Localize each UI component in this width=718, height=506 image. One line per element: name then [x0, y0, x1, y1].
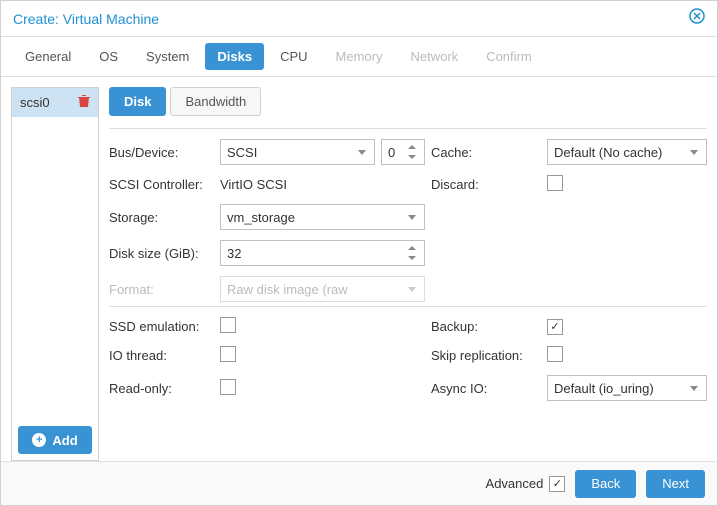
footer: Advanced ✓ Back Next: [1, 461, 717, 505]
advanced-checkbox[interactable]: ✓: [549, 476, 565, 492]
scsi-controller-value: VirtIO SCSI: [220, 177, 425, 192]
cache-select[interactable]: Default (No cache): [547, 139, 707, 165]
disk-form: Disk Bandwidth Bus/Device: SCSI 0 Cache:…: [109, 87, 707, 461]
format-label: Format:: [109, 282, 214, 297]
storage-label: Storage:: [109, 210, 214, 225]
form-grid-1: Bus/Device: SCSI 0 Cache: Default (No ca…: [109, 139, 707, 302]
ssd-emulation-checkbox[interactable]: [220, 317, 236, 333]
tab-cpu[interactable]: CPU: [268, 43, 319, 70]
sub-tab-disk[interactable]: Disk: [109, 87, 166, 116]
asyncio-select[interactable]: Default (io_uring): [547, 375, 707, 401]
tab-memory: Memory: [324, 43, 395, 70]
iothread-checkbox[interactable]: [220, 346, 236, 362]
separator-2: [109, 306, 707, 307]
skip-replication-label: Skip replication:: [431, 348, 541, 363]
bus-device-label: Bus/Device:: [109, 145, 214, 160]
separator: [109, 128, 707, 129]
close-icon[interactable]: [689, 8, 705, 29]
form-grid-2: SSD emulation: Backup: ✓ IO thread: Skip…: [109, 317, 707, 401]
iothread-label: IO thread:: [109, 348, 214, 363]
disk-size-field[interactable]: 32: [220, 240, 425, 266]
asyncio-label: Async IO:: [431, 381, 541, 396]
disk-size-label: Disk size (GiB):: [109, 246, 214, 261]
trash-icon[interactable]: [78, 94, 90, 111]
ssd-emulation-label: SSD emulation:: [109, 319, 214, 334]
tab-disks[interactable]: Disks: [205, 43, 264, 70]
scsi-controller-label: SCSI Controller:: [109, 177, 214, 192]
wizard-tabs: General OS System Disks CPU Memory Netwo…: [1, 37, 717, 77]
bus-select[interactable]: SCSI: [220, 139, 375, 165]
discard-checkbox[interactable]: [547, 175, 563, 191]
backup-checkbox[interactable]: ✓: [547, 319, 563, 335]
add-disk-button[interactable]: + Add: [18, 426, 92, 454]
create-vm-window: Create: Virtual Machine General OS Syste…: [0, 0, 718, 506]
readonly-checkbox[interactable]: [220, 379, 236, 395]
window-title: Create: Virtual Machine: [13, 11, 689, 27]
backup-label: Backup:: [431, 319, 541, 334]
device-index-field[interactable]: 0: [381, 139, 425, 165]
tab-os[interactable]: OS: [87, 43, 130, 70]
format-select: Raw disk image (raw: [220, 276, 425, 302]
tab-general[interactable]: General: [13, 43, 83, 70]
plus-icon: +: [32, 433, 46, 447]
skip-replication-checkbox[interactable]: [547, 346, 563, 362]
add-disk-label: Add: [52, 433, 77, 448]
back-button[interactable]: Back: [575, 470, 636, 498]
tab-confirm: Confirm: [474, 43, 544, 70]
body: scsi0 + Add Disk Bandwidth Bus/Device: S…: [1, 77, 717, 461]
next-button[interactable]: Next: [646, 470, 705, 498]
sub-tabs: Disk Bandwidth: [109, 87, 707, 116]
discard-label: Discard:: [431, 177, 541, 192]
advanced-toggle[interactable]: Advanced ✓: [486, 476, 566, 492]
disk-list: scsi0: [12, 88, 98, 420]
sub-tab-bandwidth[interactable]: Bandwidth: [170, 87, 261, 116]
disk-item-scsi0[interactable]: scsi0: [12, 88, 98, 117]
advanced-label: Advanced: [486, 476, 544, 491]
readonly-label: Read-only:: [109, 381, 214, 396]
tab-network: Network: [399, 43, 471, 70]
titlebar: Create: Virtual Machine: [1, 1, 717, 37]
disk-item-label: scsi0: [20, 95, 50, 110]
storage-select[interactable]: vm_storage: [220, 204, 425, 230]
disk-sidebar: scsi0 + Add: [11, 87, 99, 461]
cache-label: Cache:: [431, 145, 541, 160]
tab-system[interactable]: System: [134, 43, 201, 70]
